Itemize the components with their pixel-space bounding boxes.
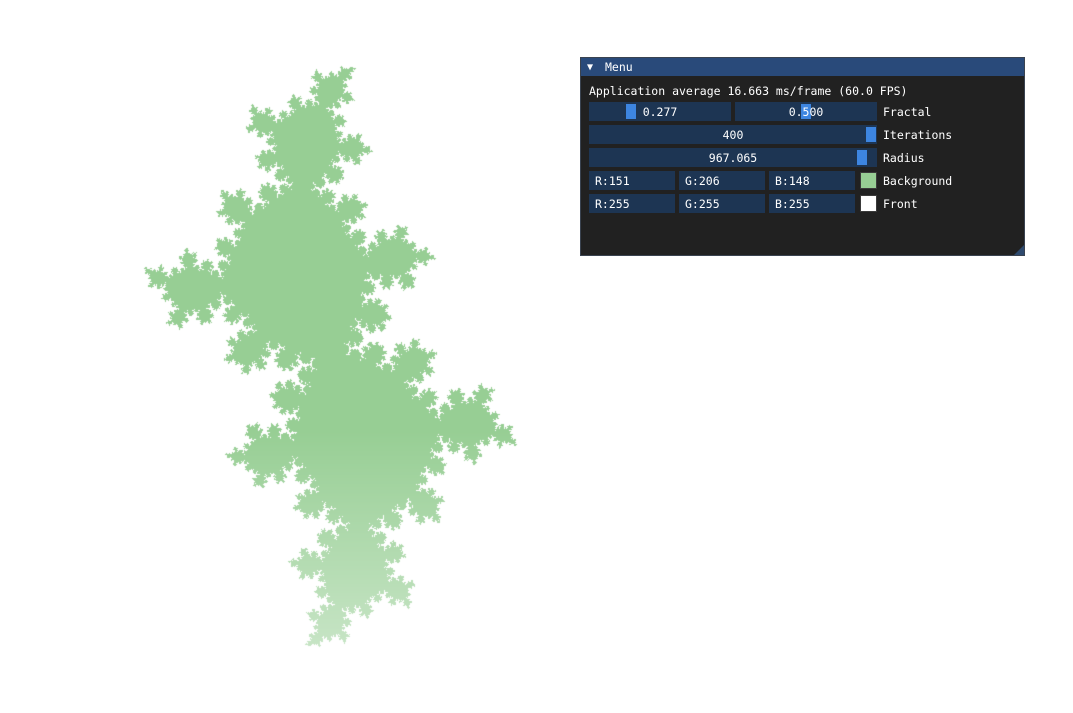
- iterations-row: 400 Iterations: [589, 125, 952, 144]
- background-color-row: R:151 G:206 B:148 Background: [589, 171, 952, 190]
- render-viewport: ▼ Menu Application average 16.663 ms/fra…: [0, 0, 1073, 713]
- front-color-row: R:255 G:255 B:255 Front: [589, 194, 918, 213]
- fractal-real-value: 0.277: [642, 104, 678, 119]
- fps-stats-text: Application average 16.663 ms/frame (60.…: [589, 84, 908, 98]
- menu-title: Menu: [605, 60, 633, 74]
- front-r-field[interactable]: R:255: [589, 194, 675, 213]
- front-g-field[interactable]: G:255: [679, 194, 765, 213]
- iterations-slider[interactable]: 400: [589, 125, 877, 144]
- front-b-field[interactable]: B:255: [769, 194, 855, 213]
- iterations-value: 400: [722, 127, 744, 142]
- background-color-swatch[interactable]: [860, 172, 877, 189]
- slider-grab[interactable]: [866, 127, 876, 142]
- radius-slider[interactable]: 967.065: [589, 148, 877, 167]
- fractal-real-slider[interactable]: 0.277: [589, 102, 731, 121]
- radius-label: Radius: [883, 150, 925, 165]
- radius-row: 967.065 Radius: [589, 148, 925, 167]
- background-label: Background: [883, 173, 953, 188]
- fractal-imag-slider[interactable]: 0.500: [735, 102, 877, 121]
- menu-window[interactable]: ▼ Menu Application average 16.663 ms/fra…: [580, 57, 1025, 256]
- collapse-triangle-icon[interactable]: ▼: [587, 62, 599, 73]
- background-g-field[interactable]: G:206: [679, 171, 765, 190]
- front-color-swatch[interactable]: [860, 195, 877, 212]
- fractal-row: 0.277 0.500 Fractal: [589, 102, 931, 121]
- front-label: Front: [883, 196, 918, 211]
- radius-value: 967.065: [708, 150, 758, 165]
- slider-grab[interactable]: [856, 150, 867, 165]
- slider-grab[interactable]: [626, 104, 636, 119]
- resize-grip-icon[interactable]: [1014, 245, 1024, 255]
- menu-titlebar[interactable]: ▼ Menu: [581, 58, 1024, 76]
- fractal-imag-value: 0.500: [788, 104, 824, 119]
- background-r-field[interactable]: R:151: [589, 171, 675, 190]
- background-b-field[interactable]: B:148: [769, 171, 855, 190]
- iterations-label: Iterations: [883, 127, 953, 142]
- fractal-label: Fractal: [883, 104, 932, 119]
